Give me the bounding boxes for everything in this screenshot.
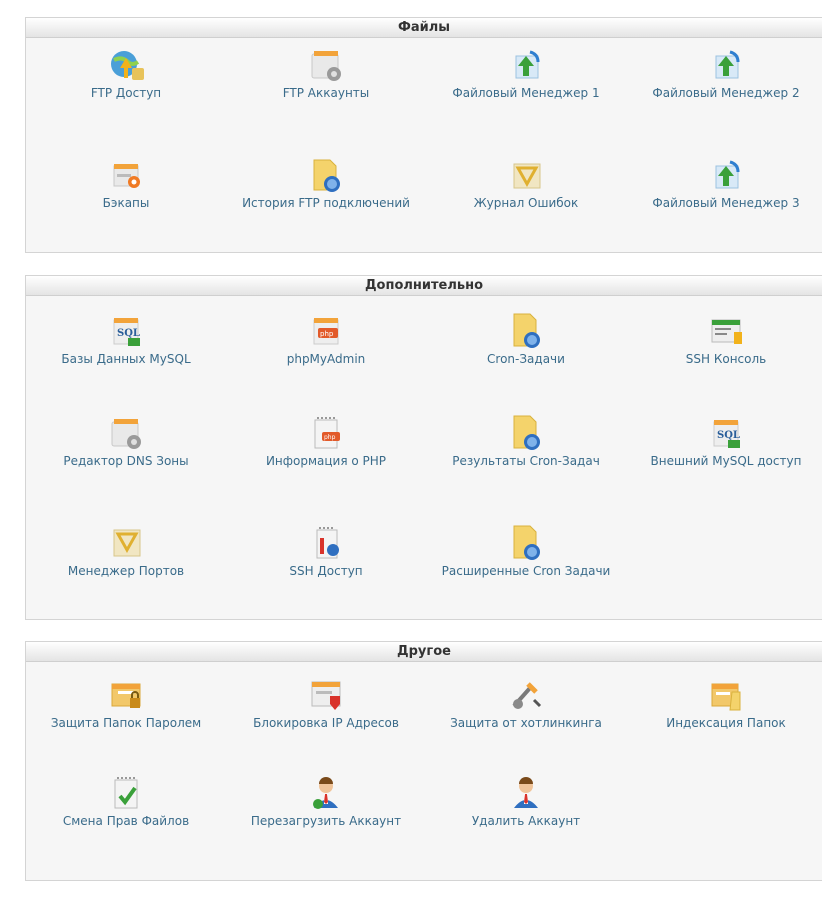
file-permissions-icon [114, 777, 138, 809]
item-dns-zone-editor[interactable]: Редактор DNS Зоны [26, 414, 226, 469]
item-ftp-access[interactable]: FTP Доступ [26, 46, 226, 101]
item-ftp-history[interactable]: История FTP подключений [226, 156, 426, 211]
item-file-manager-2[interactable]: Файловый Менеджер 2 [626, 46, 822, 101]
item-label: Файловый Менеджер 1 [452, 86, 600, 100]
item-label: Удалить Аккаунт [471, 814, 581, 828]
password-protect-icon [111, 683, 141, 708]
item-file-permissions[interactable]: Смена Прав Файлов [26, 774, 226, 829]
item-file-manager-3[interactable]: Файловый Менеджер 3 [626, 156, 822, 211]
hotlink-protection-icon [512, 682, 542, 709]
item-label: Информация о PHP [265, 454, 387, 468]
item-label: Защита Папок Паролем [50, 716, 202, 730]
directory-indexing-icon [711, 683, 741, 711]
item-label: Блокировка IP Адресов [253, 716, 399, 730]
item-label: FTP Доступ [90, 86, 162, 100]
section-other: Другое Защита Папок Паролем Блокировка I… [25, 641, 822, 881]
item-label: FTP Аккаунты [282, 86, 370, 100]
item-mysql-databases[interactable]: SQL Базы Данных MySQL [26, 312, 226, 367]
item-label: Базы Данных MySQL [61, 352, 191, 366]
item-label: Защита от хотлинкинга [450, 716, 602, 730]
item-advanced-cron[interactable]: Расширенные Cron Задачи [426, 524, 626, 579]
item-port-manager[interactable]: Менеджер Портов [26, 524, 226, 579]
item-label: Бэкапы [102, 196, 150, 210]
cron-jobs-icon [513, 313, 540, 348]
item-label: SSH Доступ [289, 564, 363, 578]
item-cron-results[interactable]: Результаты Cron-Задач [426, 414, 626, 469]
item-php-info[interactable]: php Информация о PHP [226, 414, 426, 469]
item-label: Индексация Папок [666, 716, 786, 730]
item-label: Файловый Менеджер 3 [652, 196, 800, 210]
ip-blocker-icon [311, 681, 341, 710]
section-title: Дополнительно [26, 276, 822, 296]
port-manager-icon [113, 529, 141, 557]
section-title: Другое [26, 642, 822, 662]
item-ssh-access[interactable]: SSH Доступ [226, 524, 426, 579]
item-phpmyadmin[interactable]: php phpMyAdmin [226, 312, 426, 367]
ssh-access-icon [316, 527, 339, 559]
item-cron-jobs[interactable]: Cron-Задачи [426, 312, 626, 367]
item-password-protect[interactable]: Защита Папок Паролем [26, 676, 226, 731]
svg-text:SQL: SQL [117, 328, 140, 339]
file-manager-icon [515, 50, 540, 79]
backups-icon [113, 164, 140, 188]
item-label: Журнал Ошибок [473, 196, 579, 210]
php-info-icon: php [314, 417, 340, 449]
file-manager-icon [715, 160, 740, 189]
item-ip-blocker[interactable]: Блокировка IP Адресов [226, 676, 426, 731]
item-label: Менеджер Портов [67, 564, 185, 578]
item-directory-indexing[interactable]: Индексация Папок [626, 676, 822, 731]
svg-text:SQL: SQL [717, 430, 740, 441]
error-log-icon [513, 163, 541, 189]
item-label: Внешний MySQL доступ [650, 454, 802, 468]
phpmyadmin-icon: php [313, 318, 339, 345]
item-label: Перезагрузить Аккаунт [250, 814, 402, 828]
reload-account-icon [313, 777, 338, 809]
item-label: Cron-Задачи [487, 352, 565, 366]
item-backups[interactable]: Бэкапы [26, 156, 226, 211]
ftp-access-icon [111, 51, 144, 80]
item-ftp-accounts[interactable]: FTP Аккаунты [226, 46, 426, 101]
ftp-history-icon [313, 159, 340, 192]
item-ssh-console[interactable]: SSH Консоль [626, 312, 822, 367]
svg-text:php: php [320, 330, 334, 338]
item-error-log[interactable]: Журнал Ошибок [426, 156, 626, 211]
item-file-manager-1[interactable]: Файловый Менеджер 1 [426, 46, 626, 101]
item-label: Файловый Менеджер 2 [652, 86, 800, 100]
file-manager-icon [715, 50, 740, 79]
section-files: Файлы FTP Доступ FTP Аккаунты Файловый М… [25, 17, 822, 253]
advanced-cron-icon [513, 525, 540, 560]
item-label: Смена Прав Файлов [62, 814, 190, 828]
item-label: Результаты Cron-Задач [452, 454, 600, 468]
section-title: Файлы [26, 18, 822, 38]
item-label: История FTP подключений [242, 196, 410, 210]
item-remote-mysql[interactable]: SQL Внешний MySQL доступ [626, 414, 822, 469]
item-hotlink-protection[interactable]: Защита от хотлинкинга [426, 676, 626, 731]
item-label: phpMyAdmin [286, 352, 366, 366]
item-reload-account[interactable]: Перезагрузить Аккаунт [226, 774, 426, 829]
item-label: Расширенные Cron Задачи [441, 564, 611, 578]
item-label: Редактор DNS Зоны [63, 454, 189, 468]
dns-zone-editor-icon [111, 419, 141, 449]
item-label: SSH Консоль [685, 352, 767, 366]
delete-account-icon [514, 777, 538, 808]
remote-mysql-icon: SQL [713, 420, 740, 448]
ftp-accounts-icon [311, 51, 341, 81]
ssh-console-icon [711, 319, 742, 344]
cron-results-icon [513, 415, 540, 450]
svg-text:php: php [324, 434, 336, 441]
mysql-databases-icon: SQL [113, 318, 140, 346]
item-delete-account[interactable]: Удалить Аккаунт [426, 774, 626, 829]
section-advanced: Дополнительно SQL Базы Данных MySQL php … [25, 275, 822, 620]
